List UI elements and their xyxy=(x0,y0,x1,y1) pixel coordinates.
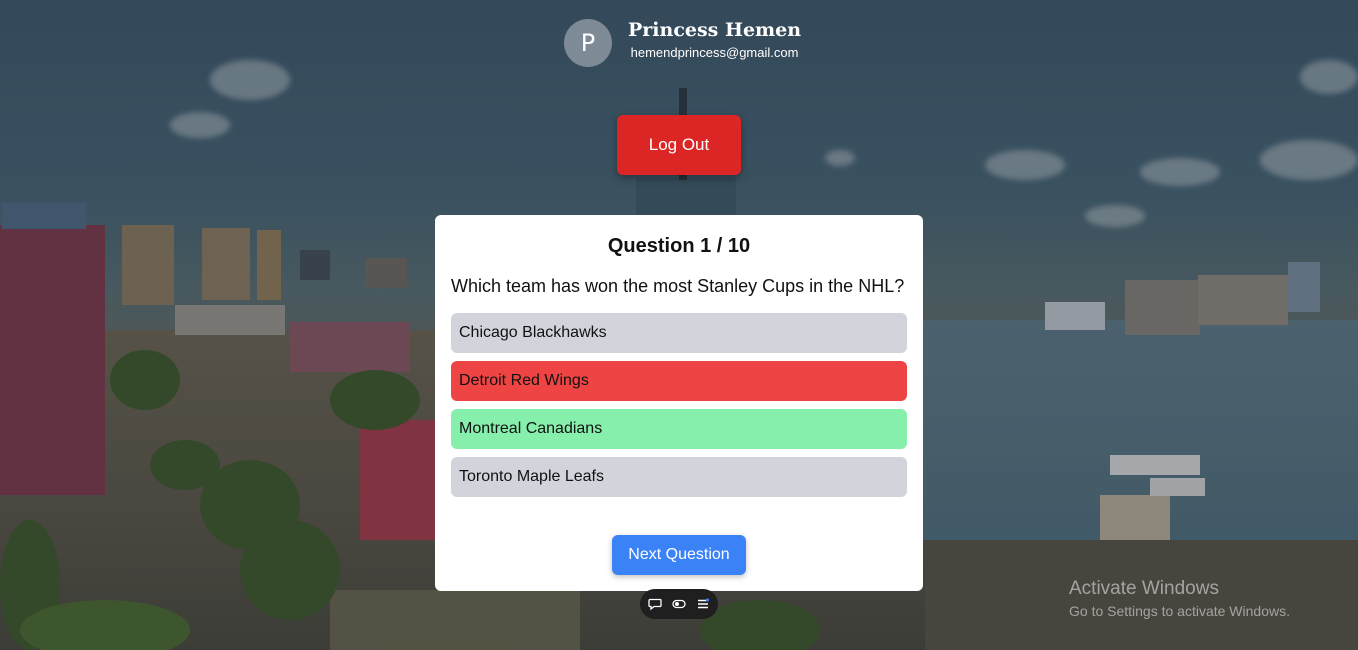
logout-button[interactable]: Log Out xyxy=(617,115,741,175)
next-question-button[interactable]: Next Question xyxy=(612,535,746,575)
user-profile: P Princess Hemen hemendprincess@gmail.co… xyxy=(564,19,801,67)
question-text: Which team has won the most Stanley Cups… xyxy=(451,276,905,296)
answer-option-montreal-canadians[interactable]: Montreal Canadians xyxy=(451,409,907,449)
chat-icon[interactable] xyxy=(648,597,662,611)
user-info: Princess Hemen hemendprincess@gmail.com xyxy=(628,19,801,62)
floating-toolbar xyxy=(640,589,718,619)
watermark-subtitle: Go to Settings to activate Windows. xyxy=(1069,603,1290,619)
user-name: Princess Hemen xyxy=(628,19,802,41)
answer-option-chicago-blackhawks[interactable]: Chicago Blackhawks xyxy=(451,313,907,353)
windows-activation-watermark: Activate Windows Go to Settings to activ… xyxy=(1069,578,1290,621)
answer-option-detroit-red-wings[interactable]: Detroit Red Wings xyxy=(451,361,907,401)
quiz-card: Question 1 / 10 Which team has won the m… xyxy=(435,215,923,591)
avatar: P xyxy=(564,19,612,67)
menu-icon[interactable] xyxy=(696,597,710,611)
question-progress: Question 1 / 10 xyxy=(607,235,751,257)
watermark-title: Activate Windows xyxy=(1069,578,1219,599)
toggle-icon[interactable] xyxy=(672,597,686,611)
user-email: hemendprincess@gmail.com xyxy=(630,45,799,60)
answer-option-toronto-maple-leafs[interactable]: Toronto Maple Leafs xyxy=(451,457,907,497)
